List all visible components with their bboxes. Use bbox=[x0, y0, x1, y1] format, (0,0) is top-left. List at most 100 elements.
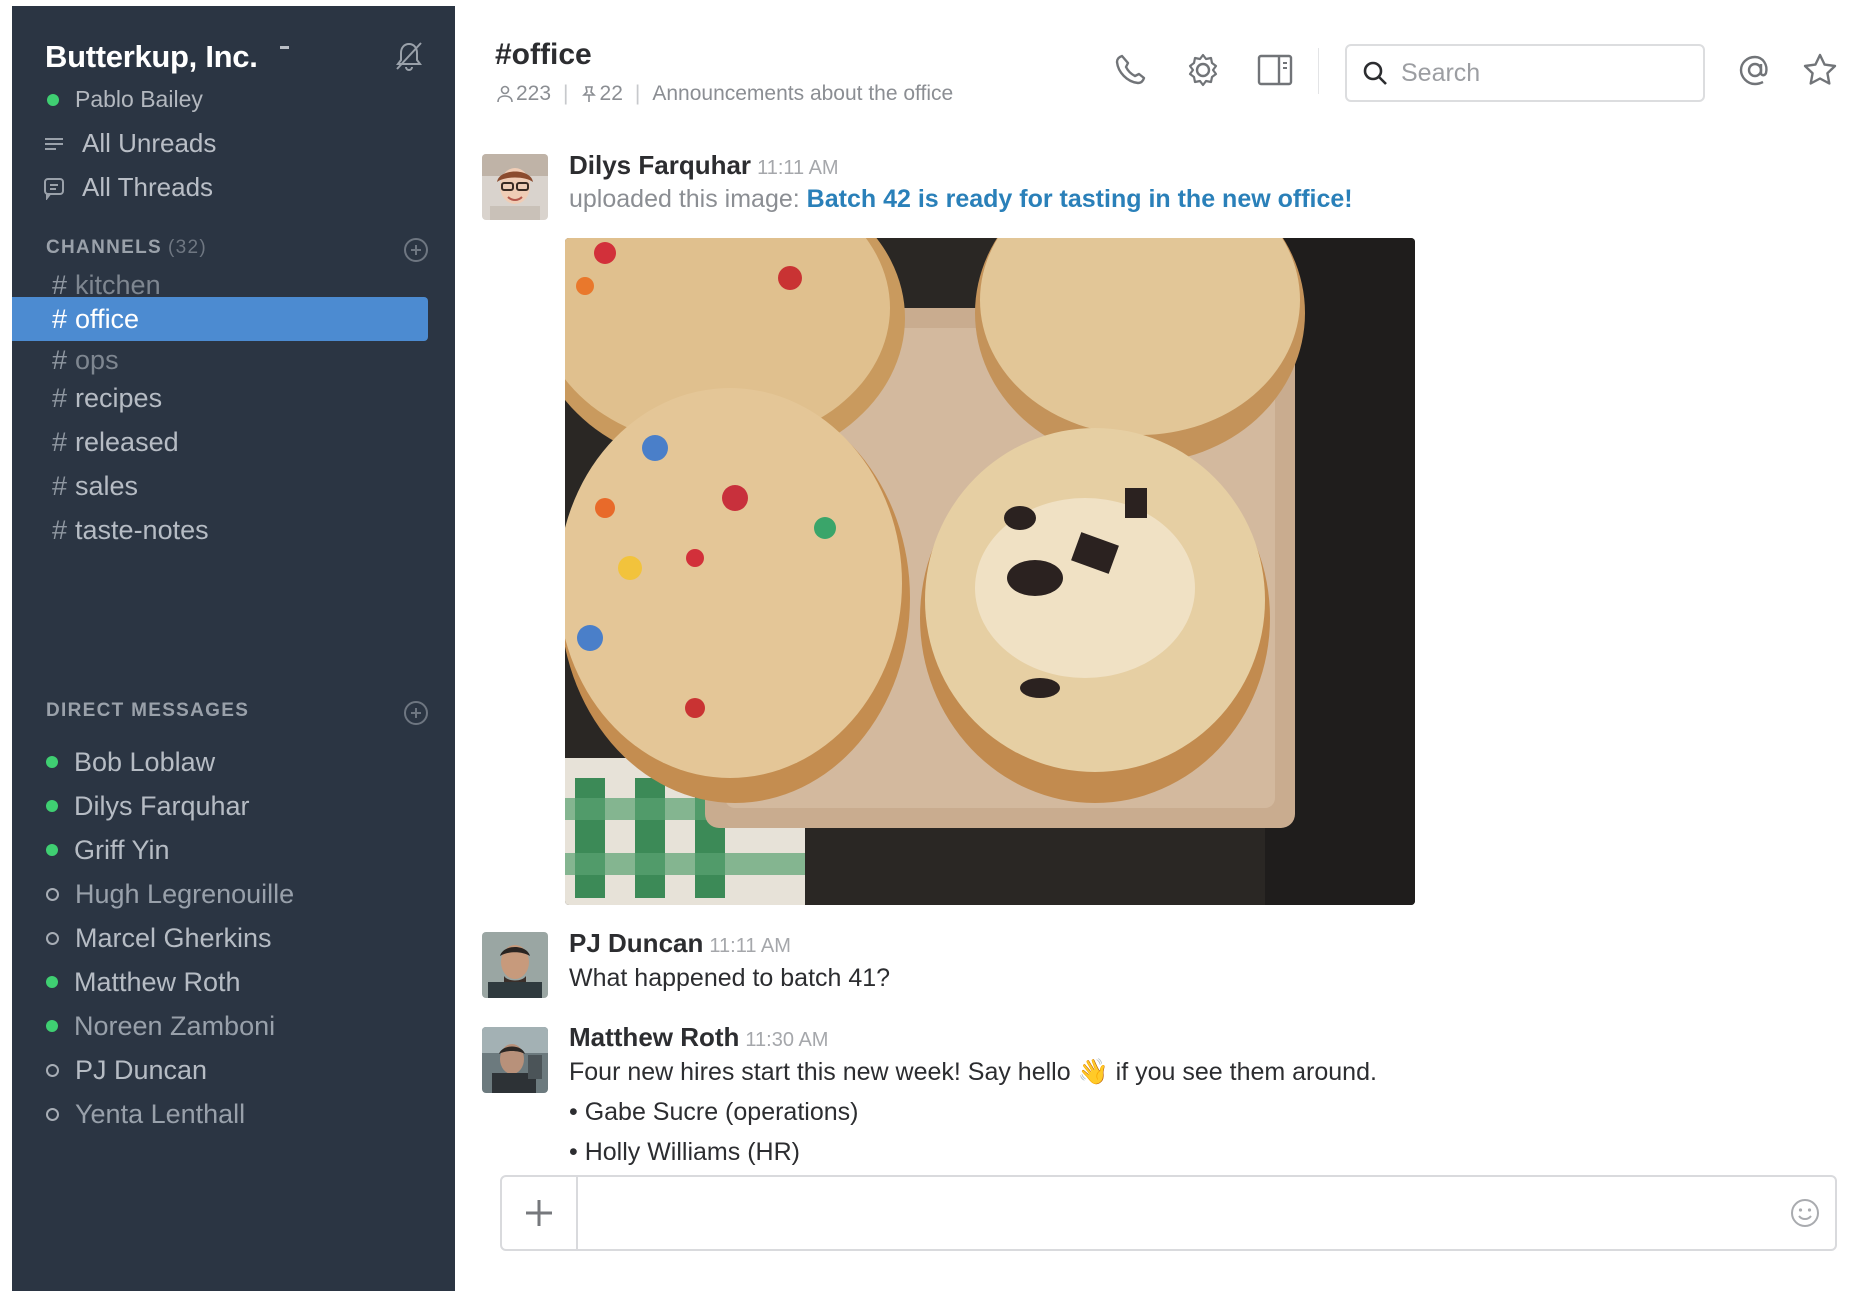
dm-label: Marcel Gherkins bbox=[75, 922, 272, 953]
author-name: Dilys Farquhar bbox=[569, 150, 752, 180]
team-menu-caret-icon[interactable] bbox=[280, 46, 289, 49]
avatar[interactable] bbox=[482, 1027, 548, 1093]
sidebar-channel-recipes[interactable]: # recipes bbox=[12, 376, 428, 420]
presence-away-icon bbox=[46, 1107, 59, 1121]
attach-plus-button[interactable] bbox=[502, 1177, 578, 1249]
nav-all-threads[interactable]: All Threads bbox=[42, 172, 213, 203]
presence-online-icon bbox=[46, 1020, 58, 1032]
sidebar-channel-office[interactable]: # office bbox=[12, 297, 428, 341]
dm-item-pj-duncan[interactable]: PJ Duncan bbox=[46, 1050, 207, 1090]
unreads-icon bbox=[45, 137, 63, 150]
message-body: uploaded this image: Batch 42 is ready f… bbox=[569, 185, 1353, 214]
search-input[interactable] bbox=[1399, 57, 1693, 89]
sidebar-channel-taste-notes[interactable]: # taste-notes bbox=[12, 508, 428, 552]
search-box[interactable] bbox=[1345, 44, 1705, 102]
presence-online-icon bbox=[46, 756, 58, 768]
dm-item-bob-loblaw[interactable]: Bob Loblaw bbox=[46, 742, 215, 782]
sidebar-channel-sales[interactable]: # sales bbox=[12, 464, 428, 508]
message-timestamp[interactable]: 11:30 AM bbox=[745, 1029, 828, 1051]
channel-title[interactable]: #office bbox=[495, 38, 592, 72]
message-author[interactable]: Dilys Farquhar 11:11 AM bbox=[569, 150, 839, 181]
dm-item-yenta-lenthall[interactable]: Yenta Lenthall bbox=[46, 1094, 245, 1134]
notifications-bell-icon[interactable] bbox=[394, 40, 424, 72]
channel-label: sales bbox=[75, 471, 139, 501]
channel-hash-icon: # bbox=[52, 270, 68, 300]
channel-label: taste-notes bbox=[75, 515, 209, 545]
avatar[interactable] bbox=[482, 932, 548, 998]
message-input[interactable] bbox=[592, 1191, 1746, 1237]
starred-items-icon[interactable] bbox=[1800, 50, 1840, 90]
wave-emoji-icon[interactable]: 👋 bbox=[1078, 1058, 1109, 1086]
avatar[interactable] bbox=[482, 154, 548, 220]
dm-title-label: DIRECT MESSAGES bbox=[46, 700, 250, 721]
message-timestamp[interactable]: 11:11 AM bbox=[709, 935, 791, 957]
dm-label: PJ Duncan bbox=[75, 1054, 208, 1085]
avatar-pj-duncan-image bbox=[482, 932, 548, 998]
channels-count: (32) bbox=[167, 237, 207, 258]
message-text-after: if you see them around. bbox=[1115, 1058, 1377, 1086]
member-count[interactable]: 223 bbox=[516, 82, 551, 106]
channel-label: kitchen bbox=[75, 270, 161, 300]
dm-item-griff-yin[interactable]: Griff Yin bbox=[46, 830, 170, 870]
add-direct-message-button[interactable] bbox=[404, 701, 428, 725]
sidebar: Butterkup, Inc. Pablo Bailey All Unreads… bbox=[12, 6, 455, 1291]
members-icon[interactable] bbox=[497, 85, 513, 103]
pin-icon[interactable] bbox=[581, 85, 597, 103]
nav-all-unreads-label: All Unreads bbox=[82, 128, 217, 158]
message-timestamp[interactable]: 11:11 AM bbox=[757, 157, 839, 179]
uploaded-image[interactable] bbox=[565, 238, 1415, 905]
list-item-text: Holly Williams (HR) bbox=[584, 1138, 800, 1166]
message-composer bbox=[500, 1175, 1837, 1251]
call-icon[interactable] bbox=[1110, 50, 1150, 90]
dm-label: Yenta Lenthall bbox=[75, 1098, 246, 1129]
sidebar-channel-released[interactable]: # released bbox=[12, 420, 428, 464]
current-user[interactable]: Pablo Bailey bbox=[47, 86, 203, 113]
nav-all-unreads[interactable]: All Unreads bbox=[42, 128, 216, 159]
dm-label: Dilys Farquhar bbox=[74, 790, 250, 821]
dm-item-dilys-farquhar[interactable]: Dilys Farquhar bbox=[46, 786, 250, 826]
settings-gear-icon[interactable] bbox=[1183, 50, 1223, 90]
dm-label: Noreen Zamboni bbox=[74, 1010, 276, 1041]
channel-purpose: Announcements about the office bbox=[652, 82, 954, 105]
avatar-matthew-roth-image bbox=[482, 1027, 548, 1093]
dm-item-hugh-legrenouille[interactable]: Hugh Legrenouille bbox=[46, 874, 294, 914]
direct-messages-section-title[interactable]: DIRECT MESSAGES bbox=[46, 700, 249, 722]
header-divider bbox=[1318, 48, 1319, 94]
channel-hash-icon: # bbox=[52, 345, 68, 375]
dm-item-matthew-roth[interactable]: Matthew Roth bbox=[46, 962, 241, 1002]
channels-section-title[interactable]: CHANNELS (32) bbox=[46, 237, 207, 259]
dm-item-marcel-gherkins[interactable]: Marcel Gherkins bbox=[46, 918, 272, 958]
emoji-picker-icon[interactable] bbox=[1789, 1197, 1821, 1229]
message-text-before: Four new hires start this new week! Say … bbox=[569, 1058, 1071, 1086]
meta-divider: | bbox=[563, 82, 569, 105]
presence-away-icon bbox=[46, 887, 59, 901]
dm-label: Hugh Legrenouille bbox=[75, 878, 295, 909]
presence-online-icon bbox=[46, 844, 58, 856]
file-title-link[interactable]: Batch 42 is ready for tasting in the new… bbox=[807, 185, 1353, 213]
pinned-count[interactable]: 22 bbox=[600, 82, 623, 106]
current-user-name: Pablo Bailey bbox=[75, 86, 203, 112]
search-icon bbox=[1363, 61, 1387, 85]
dm-label: Matthew Roth bbox=[74, 966, 241, 997]
message-author[interactable]: PJ Duncan 11:11 AM bbox=[569, 928, 791, 959]
channel-hash-icon: # bbox=[52, 427, 68, 457]
channel-hash-icon: # bbox=[52, 383, 68, 413]
presence-online-icon bbox=[46, 976, 58, 988]
threads-icon bbox=[44, 177, 64, 200]
dm-label: Griff Yin bbox=[74, 834, 170, 865]
dm-label: Bob Loblaw bbox=[74, 746, 216, 777]
channel-label: ops bbox=[75, 345, 119, 375]
add-channel-button[interactable] bbox=[404, 238, 428, 262]
channel-hash-icon: # bbox=[52, 515, 68, 545]
mentions-at-icon[interactable] bbox=[1735, 50, 1775, 90]
channel-header: #office 223 | 22 | Announcements about t… bbox=[455, 0, 1859, 120]
channels-title-label: CHANNELS bbox=[46, 237, 162, 258]
presence-away-icon bbox=[46, 931, 59, 945]
toggle-sidebar-panel-icon[interactable] bbox=[1255, 50, 1295, 90]
message-author[interactable]: Matthew Roth 11:30 AM bbox=[569, 1022, 828, 1053]
dm-item-noreen-zamboni[interactable]: Noreen Zamboni bbox=[46, 1006, 275, 1046]
team-name[interactable]: Butterkup, Inc. bbox=[45, 39, 258, 75]
message-list[interactable]: Dilys Farquhar 11:11 AM uploaded this ima… bbox=[455, 120, 1859, 1170]
meta-divider: | bbox=[634, 82, 641, 105]
presence-online-icon bbox=[46, 800, 58, 812]
